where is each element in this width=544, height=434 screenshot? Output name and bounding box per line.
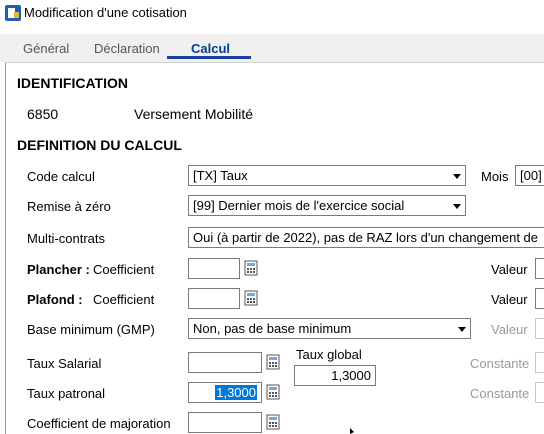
calculator-icon[interactable]: [265, 354, 281, 370]
calculator-icon[interactable]: [243, 260, 259, 276]
taux-patronal-input[interactable]: 1,3000: [188, 382, 262, 403]
mois-value: [00]: [520, 168, 542, 183]
chevron-down-icon: [453, 204, 461, 209]
taux-patronal-constante-input[interactable]: [535, 382, 544, 403]
calculator-icon[interactable]: [243, 290, 259, 306]
cotisation-name: Versement Mobilité: [134, 106, 254, 122]
taux-patronal-constante-label: Constante: [470, 386, 530, 401]
plafond-valeur-label: Valeur: [491, 292, 528, 307]
base-minimum-valeur-input[interactable]: [535, 318, 544, 339]
window-title: Modification d'une cotisation: [24, 5, 187, 20]
identification-heading: IDENTIFICATION: [17, 75, 128, 91]
plancher-valeur-label: Valeur: [491, 262, 528, 277]
plafond-valeur-input[interactable]: [535, 288, 544, 309]
plafond-coef-input[interactable]: [188, 288, 240, 309]
multi-contrats-select[interactable]: Oui (à partir de 2022), pas de RAZ lors …: [188, 227, 544, 248]
taux-global-label: Taux global: [296, 347, 362, 362]
plafond-label: Plafond :: [27, 292, 83, 307]
multi-contrats-value: Oui (à partir de 2022), pas de RAZ lors …: [193, 230, 539, 245]
code-calcul-select[interactable]: [TX] Taux: [188, 165, 466, 186]
taux-salarial-label: Taux Salarial: [27, 356, 102, 371]
taux-salarial-input[interactable]: [188, 352, 262, 373]
app-logo-icon: [5, 5, 21, 21]
taux-global-field: 1,3000: [294, 365, 376, 386]
plancher-valeur-input[interactable]: [535, 258, 544, 279]
definition-heading: DEFINITION DU CALCUL: [17, 137, 182, 153]
chevron-down-icon: [458, 327, 466, 332]
calculator-icon[interactable]: [265, 414, 281, 430]
taux-salarial-constante-label: Constante: [470, 356, 530, 371]
plancher-coef-input[interactable]: [188, 258, 240, 279]
calculator-icon[interactable]: [265, 384, 281, 400]
base-minimum-valeur-label: Valeur: [491, 322, 528, 337]
plancher-label: Plancher :: [27, 262, 90, 277]
coef-majoration-label: Coefficient de majoration: [27, 416, 171, 431]
cotisation-code: 6850: [27, 106, 59, 122]
code-calcul-value: [TX] Taux: [193, 168, 248, 183]
tab-general[interactable]: Général: [23, 41, 69, 56]
plafond-coef-label: Coefficient: [93, 292, 155, 307]
tab-strip: [0, 34, 544, 62]
mois-select[interactable]: [00]: [515, 165, 544, 186]
base-minimum-value: Non, pas de base minimum: [193, 321, 352, 336]
remise-zero-value: [99] Dernier mois de l'exercice social: [193, 198, 405, 213]
coef-majoration-input[interactable]: [188, 412, 262, 433]
calcul-panel: [5, 62, 544, 434]
mouse-cursor-icon: [350, 428, 354, 434]
chevron-down-icon: [453, 174, 461, 179]
taux-patronal-value: 1,3000: [215, 385, 257, 400]
remise-zero-select[interactable]: [99] Dernier mois de l'exercice social: [188, 195, 466, 216]
base-minimum-label: Base minimum (GMP): [27, 322, 155, 337]
remise-zero-label: Remise à zéro: [27, 199, 111, 214]
tab-calcul[interactable]: Calcul: [191, 41, 230, 56]
base-minimum-select[interactable]: Non, pas de base minimum: [188, 318, 471, 339]
mois-label: Mois: [481, 169, 509, 184]
taux-patronal-label: Taux patronal: [27, 386, 106, 401]
taux-salarial-constante-input[interactable]: [535, 352, 544, 373]
taux-global-value: 1,3000: [331, 368, 371, 383]
plancher-coef-label: Coefficient: [93, 262, 155, 277]
multi-contrats-label: Multi-contrats: [27, 231, 106, 246]
active-tab-indicator: [167, 56, 251, 59]
code-calcul-label: Code calcul: [27, 169, 95, 184]
tab-declaration[interactable]: Déclaration: [94, 41, 160, 56]
